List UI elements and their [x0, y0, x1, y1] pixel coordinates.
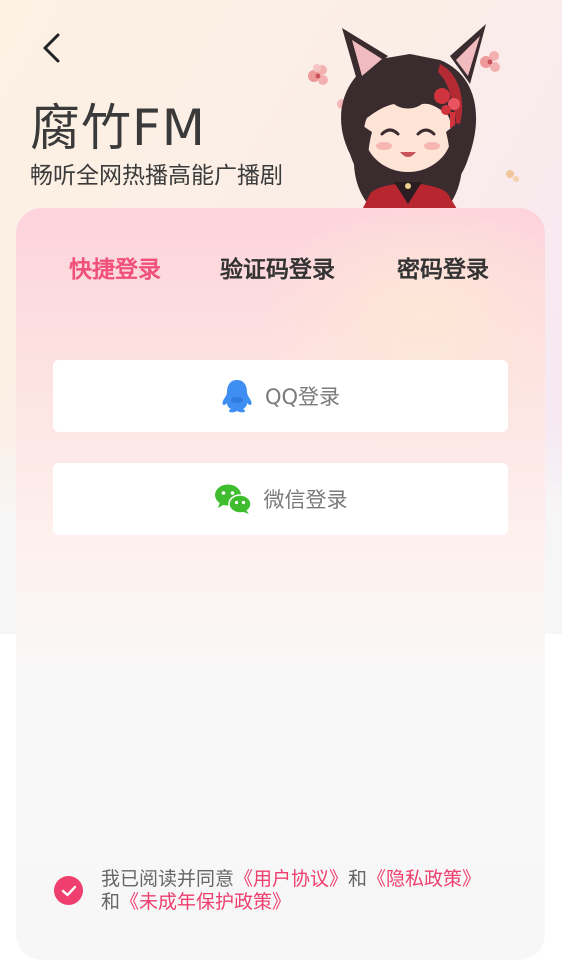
- flower-decoration-right: [480, 51, 519, 182]
- check-icon: [61, 885, 76, 896]
- chevron-left-icon: [43, 33, 60, 63]
- tab-quick-login[interactable]: 快捷登录: [69, 252, 161, 288]
- agreement-checkbox[interactable]: [54, 876, 83, 905]
- privacy-policy-link[interactable]: 《隐私政策》: [367, 868, 481, 890]
- tab-code-login[interactable]: 验证码登录: [220, 252, 335, 288]
- mascot-illustration: [308, 24, 519, 214]
- back-button[interactable]: [30, 26, 74, 70]
- qq-login-button[interactable]: QQ登录: [53, 360, 508, 432]
- minor-protection-link[interactable]: 《未成年保护政策》: [120, 891, 291, 913]
- login-card: 快捷登录 验证码登录 密码登录 QQ登录 微信登录 我已阅读并同意《用户协议》和…: [16, 208, 545, 960]
- agreement-and-2: 和: [101, 891, 121, 913]
- agreement-and-1: 和: [348, 868, 368, 890]
- qq-login-label: QQ登录: [264, 385, 341, 409]
- agreement-text: 我已阅读并同意《用户协议》和《隐私政策》 和《未成年保护政策》: [101, 868, 521, 914]
- brand-title: 腐竹FM: [30, 99, 206, 157]
- wechat-login-button[interactable]: 微信登录: [53, 463, 508, 535]
- wechat-login-label: 微信登录: [263, 488, 348, 512]
- brand-slogan: 畅听全网热播高能广播剧: [30, 163, 283, 189]
- tab-password-login[interactable]: 密码登录: [397, 252, 489, 288]
- login-tabs: 快捷登录 验证码登录 密码登录: [16, 252, 545, 292]
- qq-penguin-icon: [222, 380, 252, 413]
- agreement-prefix: 我已阅读并同意: [101, 868, 235, 890]
- user-agreement-link[interactable]: 《用户协议》: [234, 868, 348, 890]
- wechat-icon: [214, 484, 252, 514]
